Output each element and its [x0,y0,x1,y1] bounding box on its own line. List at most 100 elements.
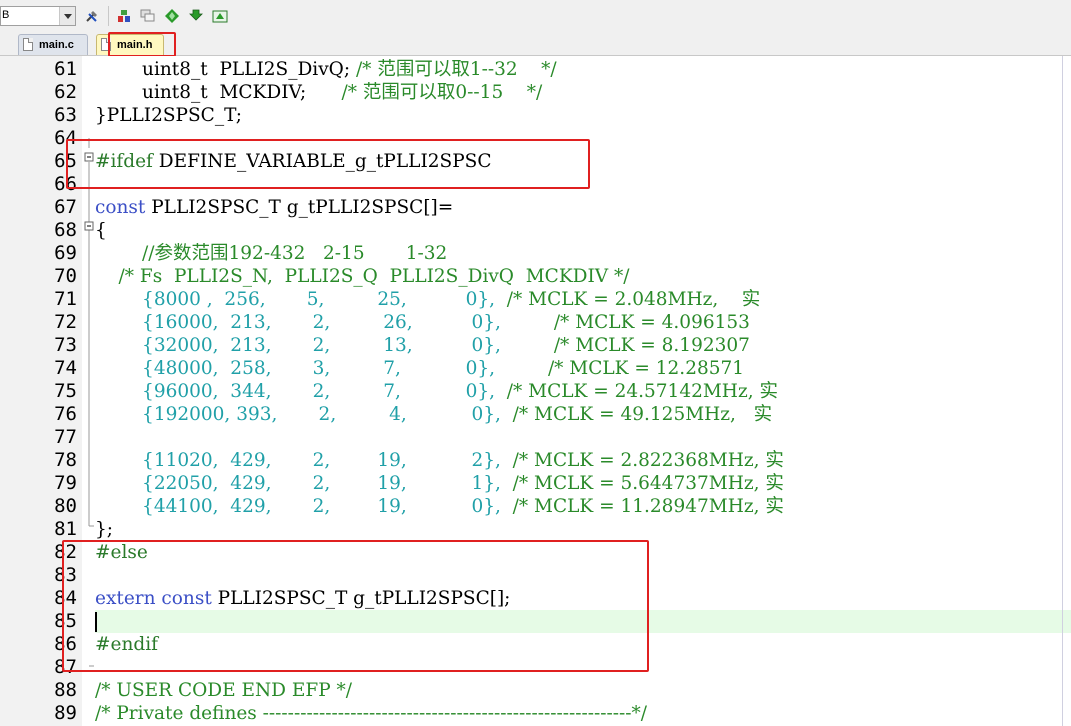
code-text: {16000, 213, 2, 26, 0}, /* MCLK = 4.0961… [95,311,750,334]
tab-label: main.c [39,39,74,51]
code-text: /* USER CODE END EFP */ [95,679,352,702]
code-token: {32000, 213, 2, 13, 0}, [95,335,554,356]
line-number: 79 [54,472,77,494]
annotation-box-else-block [62,540,649,672]
code-text: {192000, 393, 2, 4, 0}, /* MCLK = 49.125… [95,403,772,426]
code-line[interactable]: 74 {48000, 258, 3, 7, 0}, /* MCLK = 12.2… [0,357,1071,380]
code-line[interactable]: 73 {32000, 213, 2, 13, 0}, /* MCLK = 8.1… [0,334,1071,357]
download-icon[interactable] [188,8,204,24]
code-token: /* MCLK = 49.125MHz, 实 [512,404,773,425]
file-icon [23,38,33,51]
code-token: /* MCLK = 8.192307 [553,335,750,356]
code-line[interactable]: 79 {22050, 429, 2, 19, 1}, /* MCLK = 5.6… [0,472,1071,495]
code-line[interactable]: 63}PLLI2SPSC_T; [0,104,1071,127]
code-line[interactable]: 81}; [0,518,1071,541]
code-line[interactable]: 68 { [0,219,1071,242]
code-line[interactable]: 72 {16000, 213, 2, 26, 0}, /* MCLK = 4.0… [0,311,1071,334]
line-number: 67 [54,196,77,218]
chevron-down-icon[interactable] [59,7,75,25]
line-number: 61 [54,58,77,80]
code-text: { [95,219,107,242]
line-number: 78 [54,449,77,471]
code-token: /* MCLK = 4.096153 [553,312,750,333]
code-text: /* Private defines ---------------------… [95,702,647,725]
code-token: /* 范围可以取1--32 */ [355,59,557,80]
code-line[interactable]: 89 /* Private defines -------------------… [0,702,1071,725]
line-number: 81 [54,518,77,540]
code-token: /* USER CODE END EFP */ [95,680,353,701]
line-number: 73 [54,334,77,356]
code-text: }PLLI2SPSC_T; [95,104,242,127]
code-token: {96000, 344, 2, 7, 0}, [95,381,507,402]
line-number: 71 [54,288,77,310]
line-number: 77 [54,426,77,448]
line-number: 76 [54,403,77,425]
line-number: 75 [54,380,77,402]
code-token: {8000 , 256, 5, 25, 0}, [95,289,507,310]
code-text: //参数范围192-432 2-15 1-32 [95,242,447,265]
code-token: {44100, 429, 2, 19, 0}, [95,496,513,517]
code-token: /* MCLK = 2.822368MHz, 实 [512,450,784,471]
target-icon[interactable] [212,8,228,24]
code-line[interactable]: 76 {192000, 393, 2, 4, 0}, /* MCLK = 49.… [0,403,1071,426]
line-number: 62 [54,81,77,103]
code-token: /* Private defines ---------------------… [95,703,647,724]
annotation-box-ifdef [66,139,590,189]
code-token: /* Fs PLLI2S_N, PLLI2S_Q PLLI2S_DivQ MCK… [95,266,630,287]
line-number: 68 [54,219,77,241]
line-number: 89 [54,702,77,724]
code-token: /* MCLK = 24.57142MHz, 实 [506,381,778,402]
code-text: /* Fs PLLI2S_N, PLLI2S_Q PLLI2S_DivQ MCK… [95,265,630,288]
code-text: {22050, 429, 2, 19, 1}, /* MCLK = 5.6447… [95,472,784,495]
code-line[interactable]: 80 {44100, 429, 2, 19, 0}, /* MCLK = 11.… [0,495,1071,518]
insert-item-icon[interactable] [116,8,132,24]
edge-guide-line [1062,56,1063,726]
code-line[interactable]: 62 uint8_t MCKDIV; /* 范围可以取0--15 */ [0,81,1071,104]
code-text: {96000, 344, 2, 7, 0}, /* MCLK = 24.5714… [95,380,778,403]
toolbar: B [0,0,1071,32]
build-tools-icon[interactable] [84,8,100,24]
code-token: /* MCLK = 5.644737MHz, 实 [512,473,784,494]
code-token: /* MCLK = 12.28571 [547,358,745,379]
code-text: {48000, 258, 3, 7, 0}, /* MCLK = 12.2857… [95,357,744,380]
line-number: 72 [54,311,77,333]
target-select-value: B [2,9,10,21]
code-token: { [95,220,107,241]
annotation-box-tab [108,32,176,57]
code-token: {16000, 213, 2, 26, 0}, [95,312,554,333]
code-token: /* MCLK = 11.28947MHz, 实 [512,496,784,517]
code-token: /* 范围可以取0--15 */ [341,82,543,103]
code-token: }PLLI2SPSC_T; [95,105,242,126]
code-line[interactable]: 69 //参数范围192-432 2-15 1-32 [0,242,1071,265]
code-text: {44100, 429, 2, 19, 0}, /* MCLK = 11.289… [95,495,784,518]
code-token: const [95,197,146,218]
tab-bar: main.c main.h [0,32,1071,57]
code-line[interactable]: 78 {11020, 429, 2, 19, 2}, /* MCLK = 2.8… [0,449,1071,472]
line-number: 70 [54,265,77,287]
code-line[interactable]: 71 {8000 , 256, 5, 25, 0}, /* MCLK = 2.0… [0,288,1071,311]
code-text: {32000, 213, 2, 13, 0}, /* MCLK = 8.1923… [95,334,750,357]
green-diamond-icon[interactable] [164,8,180,24]
code-line[interactable]: 61 uint8_t PLLI2S_DivQ; /* 范围可以取1--32 */ [0,58,1071,81]
code-text: {8000 , 256, 5, 25, 0}, /* MCLK = 2.048M… [95,288,760,311]
tab-main-c[interactable]: main.c [18,34,88,55]
code-editor[interactable]: 61 uint8_t PLLI2S_DivQ; /* 范围可以取1--32 */… [0,56,1071,726]
code-token: {192000, 393, 2, 4, 0}, [95,404,513,425]
code-token: {48000, 258, 3, 7, 0}, [95,358,548,379]
code-line[interactable]: 77 [0,426,1071,449]
code-line[interactable]: 88 /* USER CODE END EFP */ [0,679,1071,702]
stack-windows-icon[interactable] [140,8,156,24]
code-line[interactable]: 75 {96000, 344, 2, 7, 0}, /* MCLK = 24.5… [0,380,1071,403]
line-number: 74 [54,357,77,379]
code-text: }; [95,518,113,541]
line-number: 88 [54,679,77,701]
code-text: const PLLI2SPSC_T g_tPLLI2SPSC[]= [95,196,453,219]
code-line[interactable]: 70 /* Fs PLLI2S_N, PLLI2S_Q PLLI2S_DivQ … [0,265,1071,288]
code-text: uint8_t PLLI2S_DivQ; /* 范围可以取1--32 */ [95,58,557,81]
toolbar-separator [108,6,109,26]
code-line[interactable]: 67 const PLLI2SPSC_T g_tPLLI2SPSC[]= [0,196,1071,219]
code-token: uint8_t PLLI2S_DivQ; [95,59,356,80]
code-token: {11020, 429, 2, 19, 2}, [95,450,513,471]
code-token: uint8_t MCKDIV; [95,82,342,103]
target-select[interactable]: B [0,6,76,26]
